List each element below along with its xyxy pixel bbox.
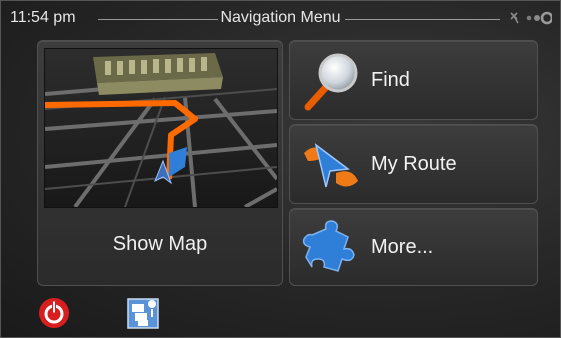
my-route-button[interactable]: My Route: [289, 124, 538, 204]
map-preview: [44, 48, 278, 208]
traffic-info-icon[interactable]: [126, 296, 160, 330]
title-rule-right: [345, 19, 500, 20]
show-map-label: Show Map: [112, 232, 208, 255]
page-title: Navigation Menu: [220, 9, 341, 26]
find-label: Find: [371, 68, 410, 91]
puzzle-icon: [302, 220, 355, 272]
show-map-button[interactable]: Show Map: [37, 40, 283, 286]
more-button[interactable]: More...: [289, 208, 538, 286]
top-bar: 11:54 pm Navigation Menu: [0, 0, 561, 36]
find-button[interactable]: Find: [289, 40, 538, 120]
power-icon[interactable]: [37, 296, 71, 330]
my-route-label: My Route: [371, 152, 457, 175]
magnifier-icon: [304, 53, 358, 111]
map-preview-graphic: [45, 49, 277, 207]
gps-signal-icon: [510, 11, 552, 25]
route-arrow-icon: [304, 143, 358, 188]
more-label: More...: [371, 235, 434, 258]
